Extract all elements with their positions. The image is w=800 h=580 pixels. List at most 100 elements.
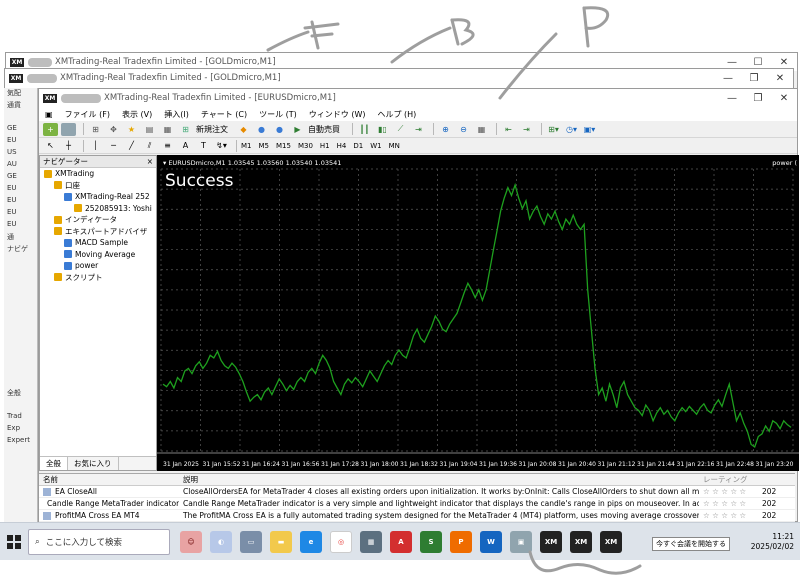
tab-favorites[interactable]: お気に入り xyxy=(68,457,119,470)
auto-scroll-icon[interactable]: ⇥ xyxy=(411,123,426,136)
clock[interactable]: 11:21 2025/02/02 xyxy=(751,532,794,552)
restore-icon[interactable]: ❐ xyxy=(741,73,767,84)
bar-chart-icon[interactable]: ┃┃ xyxy=(357,123,372,136)
auto-trading-button[interactable]: 自動売買 xyxy=(308,124,340,135)
minimize-icon[interactable]: — xyxy=(719,93,745,104)
photos-icon[interactable]: ▣ xyxy=(510,530,532,553)
metaeditor-icon[interactable]: ◆ xyxy=(236,123,251,136)
horizontal-line-icon[interactable]: ─ xyxy=(106,139,121,152)
timeframe-h4[interactable]: H4 xyxy=(337,142,347,150)
fibonacci-icon[interactable]: ≡ xyxy=(160,139,175,152)
timeframe-mn[interactable]: MN xyxy=(389,142,400,150)
data-window-icon[interactable]: ✥ xyxy=(106,123,121,136)
restore-icon[interactable]: ❐ xyxy=(745,93,771,104)
menu-view[interactable]: 表示 (V) xyxy=(122,109,152,120)
window-titlebar[interactable]: XM XMTrading-Real Tradexfin Limited - [G… xyxy=(5,69,793,87)
spreadsheet-icon[interactable]: S xyxy=(420,530,442,553)
new-order-icon[interactable]: ⊞ xyxy=(178,123,193,136)
close-icon[interactable]: ✕ xyxy=(767,73,793,84)
navigator-item[interactable]: XMTrading xyxy=(40,168,156,180)
navigator-item[interactable]: 252085913: Yoshi xyxy=(40,203,156,215)
market-watch-icon[interactable]: ⊞ xyxy=(88,123,103,136)
templates-icon[interactable]: ▣▾ xyxy=(582,123,597,136)
menu-tools[interactable]: ツール (T) xyxy=(259,109,297,120)
arrows-icon[interactable]: ↯▾ xyxy=(214,139,229,152)
tester-icon[interactable]: ▦ xyxy=(160,123,175,136)
maximize-icon[interactable]: ☐ xyxy=(745,57,771,68)
text-icon[interactable]: A xyxy=(178,139,193,152)
close-icon[interactable]: × xyxy=(147,157,153,166)
timeframe-w1[interactable]: W1 xyxy=(370,142,381,150)
timeframe-m15[interactable]: M15 xyxy=(276,142,291,150)
timeframe-h1[interactable]: H1 xyxy=(320,142,330,150)
close-icon[interactable]: ✕ xyxy=(771,57,797,68)
periods-icon[interactable]: ◷▾ xyxy=(564,123,579,136)
mdi-icon[interactable]: ▣ xyxy=(45,110,53,119)
timeframe-m30[interactable]: M30 xyxy=(298,142,313,150)
candlestick-icon[interactable]: ▮▯ xyxy=(375,123,390,136)
tile-windows-icon[interactable]: ▦ xyxy=(474,123,489,136)
task-view-icon[interactable]: ▭ xyxy=(240,530,262,553)
new-chart-icon[interactable]: + xyxy=(43,122,58,136)
new-order-button[interactable]: 新規注文 xyxy=(196,124,228,135)
navigator-item[interactable]: スクリプト xyxy=(40,272,156,284)
menu-chart[interactable]: チャート (C) xyxy=(201,109,247,120)
menu-file[interactable]: ファイル (F) xyxy=(65,109,110,120)
terminal-icon[interactable]: ▤ xyxy=(142,123,157,136)
main-window[interactable]: XM XMTrading-Real Tradexfin Limited - [E… xyxy=(38,88,799,523)
auto-trading-icon[interactable]: ▶ xyxy=(290,123,305,136)
indicators-icon[interactable]: ⊞▾ xyxy=(546,123,561,136)
table-row[interactable]: Candle Range MetaTrader indicator Candle … xyxy=(39,498,795,510)
line-chart-icon[interactable]: ⟋ xyxy=(393,123,408,136)
writer-icon[interactable]: W xyxy=(480,530,502,553)
trendline-icon[interactable]: ╱ xyxy=(124,139,139,152)
vertical-line-icon[interactable]: │ xyxy=(88,139,103,152)
crosshair-icon[interactable]: ┼ xyxy=(61,139,76,152)
minimize-icon[interactable]: — xyxy=(715,73,741,84)
start-button[interactable] xyxy=(0,523,28,561)
chart-shift-icon[interactable]: ⇤ xyxy=(501,123,516,136)
navigator-item[interactable]: power xyxy=(40,260,156,272)
chart-autoscroll-icon[interactable]: ⇥ xyxy=(519,123,534,136)
file-explorer-icon[interactable]: ▬ xyxy=(270,530,292,553)
navigator-icon[interactable]: ★ xyxy=(124,123,139,136)
close-icon[interactable]: ✕ xyxy=(771,93,797,104)
xm-terminal-taskbar-icon-1[interactable]: XM xyxy=(540,530,562,553)
menu-window[interactable]: ウィンドウ (W) xyxy=(309,109,366,120)
menu-help[interactable]: ヘルプ (H) xyxy=(378,109,417,120)
navigator-item[interactable]: 口座 xyxy=(40,180,156,192)
profiles-icon[interactable] xyxy=(61,122,76,136)
navigator-item[interactable]: Moving Average xyxy=(40,249,156,261)
window-titlebar[interactable]: XM XMTrading-Real Tradexfin Limited - [E… xyxy=(39,89,797,107)
header-rating[interactable]: レーティング xyxy=(699,474,759,485)
label-icon[interactable]: T xyxy=(196,139,211,152)
navigator-item[interactable]: XMTrading-Real 252 xyxy=(40,191,156,203)
chrome-browser-icon[interactable]: ◎ xyxy=(330,530,352,553)
widgets-icon[interactable]: ◐ xyxy=(210,530,232,553)
xm-terminal-taskbar-icon-2[interactable]: XM xyxy=(570,530,592,553)
menu-insert[interactable]: 挿入(I) xyxy=(164,109,189,120)
channel-icon[interactable]: ⫽ xyxy=(142,139,157,152)
timeframe-m5[interactable]: M5 xyxy=(259,142,270,150)
calculator-icon[interactable]: ▦ xyxy=(360,530,382,553)
header-description[interactable]: 説明 xyxy=(179,474,699,485)
timeframe-m1[interactable]: M1 xyxy=(241,142,252,150)
market-icon[interactable]: ● xyxy=(272,123,287,136)
zoom-out-icon[interactable]: ⊖ xyxy=(456,123,471,136)
header-extra[interactable] xyxy=(759,474,791,485)
acrobat-icon[interactable]: A xyxy=(390,530,412,553)
navigator-item[interactable]: MACD Sample xyxy=(40,237,156,249)
table-row[interactable]: ProfitMA Cross EA MT4 The ProfitMA Cross … xyxy=(39,510,795,522)
xm-terminal-taskbar-icon-3[interactable]: XM xyxy=(600,530,622,553)
timeframe-d1[interactable]: D1 xyxy=(353,142,363,150)
edge-browser-icon[interactable]: e xyxy=(300,530,322,553)
signals-icon[interactable]: ● xyxy=(254,123,269,136)
cursor-icon[interactable]: ↖ xyxy=(43,139,58,152)
price-chart[interactable]: ▾ EURUSDmicro,M1 1.03545 1.03560 1.03540… xyxy=(157,155,799,471)
taskbar-search[interactable]: ⌕ ここに入力して検索 xyxy=(28,528,170,555)
navigator-item[interactable]: エキスパートアドバイザ xyxy=(40,226,156,238)
header-name[interactable]: 名前 xyxy=(39,474,179,485)
navigator-item[interactable]: インディケータ xyxy=(40,214,156,226)
minimize-icon[interactable]: — xyxy=(719,57,745,68)
tab-common[interactable]: 全般 xyxy=(40,457,68,470)
